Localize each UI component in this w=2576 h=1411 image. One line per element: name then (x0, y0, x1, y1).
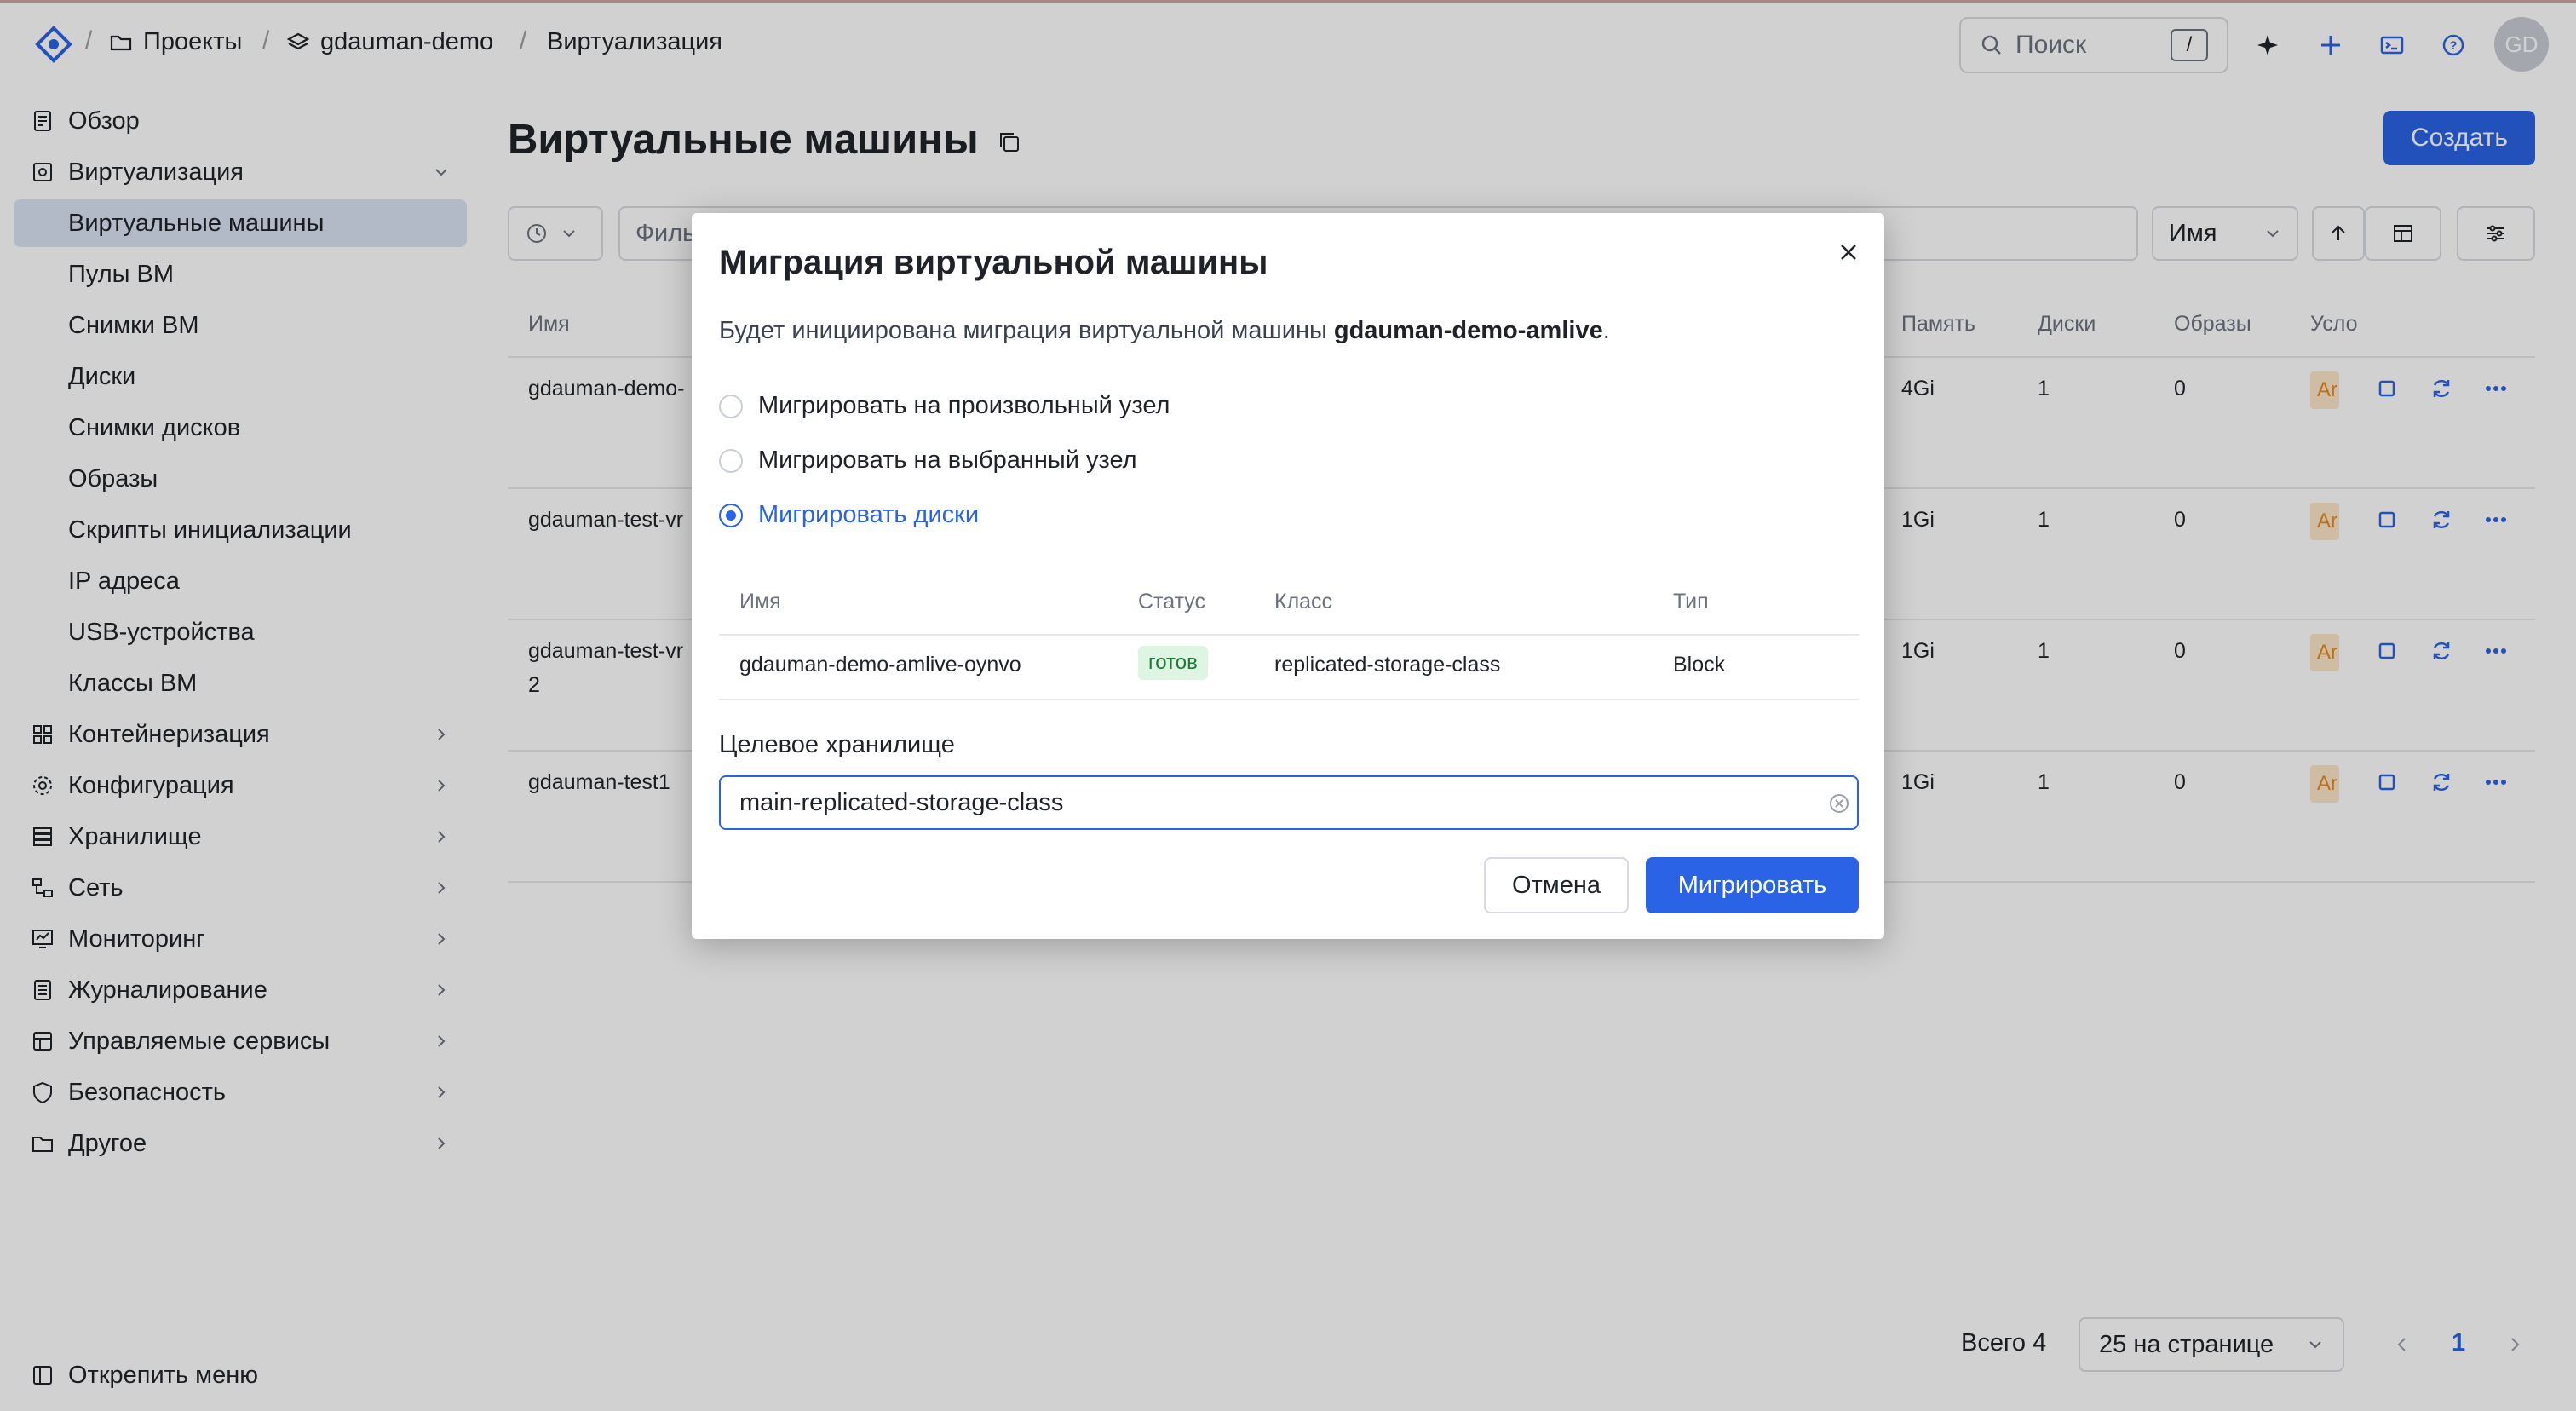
disk-type: Block (1673, 653, 1726, 677)
clear-icon[interactable] (1828, 792, 1850, 815)
radio-button[interactable] (719, 394, 743, 418)
close-icon[interactable] (1833, 237, 1864, 268)
disk-column-class: Класс (1274, 590, 1333, 613)
target-storage-value: main-replicated-storage-class (739, 788, 1064, 816)
disk-column-type: Тип (1673, 590, 1709, 613)
disk-class: replicated-storage-class (1274, 653, 1501, 677)
description-suffix: . (1602, 317, 1610, 344)
divider (719, 699, 1859, 700)
option-label: Мигрировать на произвольный узел (758, 392, 1170, 419)
target-storage-select[interactable]: main-replicated-storage-class (719, 775, 1859, 830)
dialog-description: Будет инициирована миграция виртуальной … (719, 317, 1610, 345)
migrate-button[interactable]: Мигрировать (1646, 857, 1859, 913)
vm-name-highlight: gdauman-demo-amlive (1333, 317, 1603, 344)
disk-column-status: Статус (1138, 590, 1206, 613)
description-text: Будет инициирована миграция виртуальной … (719, 317, 1334, 344)
disk-column-name: Имя (739, 590, 781, 613)
disk-name: gdauman-demo-amlive-oynvo (739, 653, 1021, 677)
radio-button-checked[interactable] (719, 503, 743, 527)
migration-dialog: Миграция виртуальной машины Будет иниции… (692, 213, 1884, 939)
target-storage-label: Целевое хранилище (719, 731, 955, 758)
option-migrate-selected-node[interactable]: Мигрировать на выбранный узел (719, 446, 1137, 475)
option-migrate-any-node[interactable]: Мигрировать на произвольный узел (719, 392, 1170, 420)
radio-button[interactable] (719, 448, 743, 473)
divider (719, 634, 1859, 636)
cancel-button[interactable]: Отмена (1484, 857, 1629, 913)
status-badge: готов (1138, 646, 1208, 680)
option-label: Мигрировать диски (758, 501, 980, 528)
dialog-title: Миграция виртуальной машины (719, 244, 1268, 281)
option-label: Мигрировать на выбранный узел (758, 446, 1137, 474)
option-migrate-disks[interactable]: Мигрировать диски (719, 501, 979, 529)
